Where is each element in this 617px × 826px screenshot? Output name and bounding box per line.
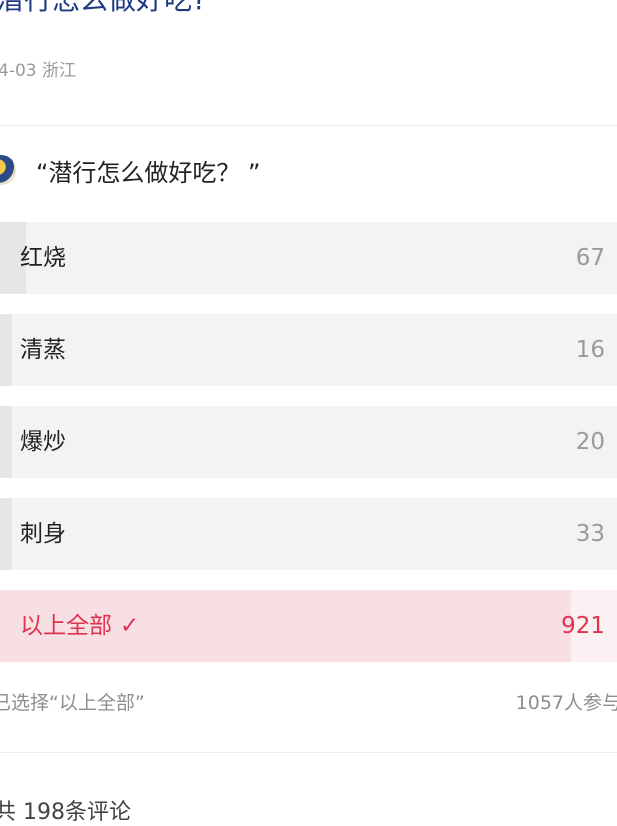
divider [0, 752, 617, 753]
poll-option-hongshao[interactable]: 红烧 67 [0, 222, 617, 294]
poll-question: “潜行怎么做好吃？ ” [0, 150, 261, 190]
poll-option-label: 爆炒 [20, 429, 66, 455]
poll-option-label: 以上全部 ✓ [20, 590, 139, 662]
poll-option-baochao[interactable]: 爆炒 20 [0, 406, 617, 478]
poll-option-fill [0, 498, 13, 570]
poll-question-text: “潜行怎么做好吃？ ” [36, 158, 261, 187]
post-meta: 4-03 浙江 [0, 61, 76, 81]
poll-option-qingzheng[interactable]: 清蒸 16 [0, 314, 617, 386]
poll-option-all[interactable]: 以上全部 ✓ 921 [0, 590, 617, 662]
poll-options: 红烧 67 清蒸 16 爆炒 20 刺身 33 以上全部 ✓ 921 [0, 222, 617, 682]
poll-participants: 1057人参与 [515, 692, 617, 714]
poll-option-count: 20 [575, 429, 605, 455]
poll-option-label: 红烧 [20, 245, 66, 271]
poll-option-fill [0, 314, 13, 386]
avatar[interactable] [0, 155, 16, 185]
poll-footer: 已选择“以上全部” 1057人参与 [0, 688, 617, 724]
poll-selected-text: 已选择“以上全部” [0, 692, 145, 714]
poll-option-count: 921 [561, 613, 605, 639]
poll-option-label-text: 以上全部 [20, 613, 112, 639]
poll-option-label: 清蒸 [20, 337, 66, 363]
check-icon: ✓ [120, 613, 140, 639]
comments-count: 共 198条评论 [0, 800, 131, 825]
post-title: 潜行怎么做好吃? [0, 0, 207, 18]
poll-option-label: 刺身 [20, 521, 66, 547]
poll-option-count: 33 [575, 521, 605, 547]
poll-option-count: 67 [575, 245, 605, 271]
poll-option-fill [0, 406, 13, 478]
poll-option-count: 16 [575, 337, 605, 363]
poll-option-cishen[interactable]: 刺身 33 [0, 498, 617, 570]
divider [0, 125, 617, 126]
